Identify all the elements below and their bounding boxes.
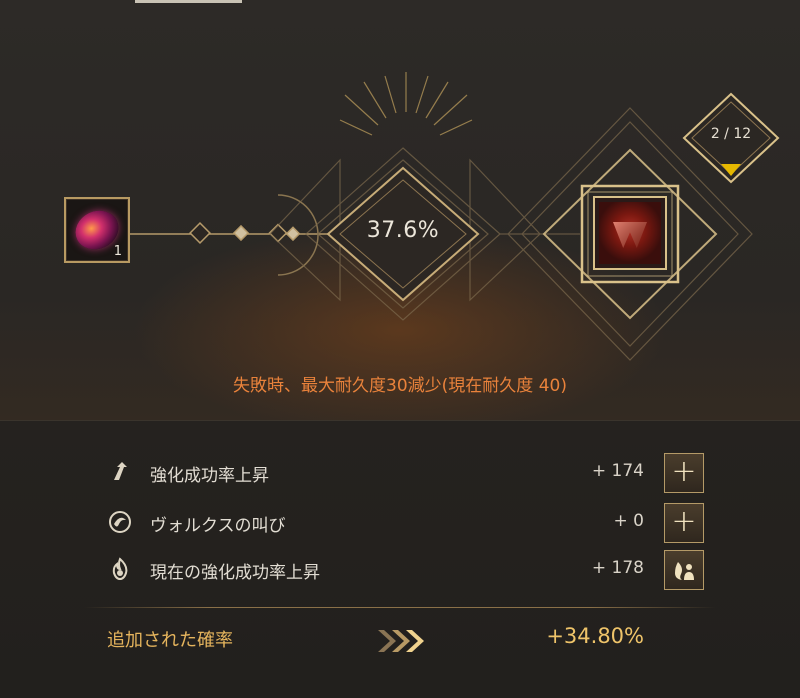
stats-panel: 強化成功率上昇 + 174 + ヴォルクスの叫び + 0 + 現在の強化成功率上… <box>0 420 800 698</box>
armor-item-icon <box>599 202 661 264</box>
stat-value: + 174 <box>591 461 644 481</box>
failstack-info-button[interactable] <box>664 550 704 590</box>
success-rate: 37.6% <box>366 218 440 243</box>
stat-label: 現在の強化成功率上昇 <box>150 563 320 583</box>
stat-label: ヴォルクスの叫び <box>150 516 286 536</box>
failstack-icon <box>675 562 694 580</box>
stat-value: + 178 <box>591 558 644 578</box>
enhancement-stage: 1 37.6% 2 / 12 失敗時、最大耐久度30減少(現在耐久度 40) <box>0 0 800 420</box>
triple-chevron-icon <box>378 630 424 652</box>
failure-warning: 失敗時、最大耐久度30減少(現在耐久度 40) <box>233 376 567 396</box>
added-probability-label: 追加された確率 <box>107 630 233 651</box>
added-probability-value: +34.80% <box>546 624 644 648</box>
valks-cry-icon <box>108 510 132 534</box>
add-valks-cry-button[interactable]: + <box>664 503 704 543</box>
light-rays <box>339 72 473 136</box>
stat-row-valks-cry: ヴォルクスの叫び + 0 + <box>0 503 800 543</box>
material-item-slot[interactable]: 1 <box>64 197 130 263</box>
attempt-counter: 2 / 12 <box>710 126 752 142</box>
flame-icon <box>108 557 132 581</box>
panel-divider <box>84 607 716 608</box>
stat-label: 強化成功率上昇 <box>150 466 269 486</box>
stat-value: + 0 <box>613 511 644 531</box>
attempt-counter-badge: 2 / 12 <box>689 96 773 180</box>
stat-row-success-rate-up: 強化成功率上昇 + 174 + <box>0 453 800 493</box>
add-success-rate-button[interactable]: + <box>664 453 704 493</box>
material-count: 1 <box>113 244 122 259</box>
arrow-up-icon <box>108 460 132 484</box>
stat-row-current-rate-up: 現在の強化成功率上昇 + 178 <box>0 550 800 590</box>
connector-nodes <box>189 222 301 244</box>
target-item-slot[interactable] <box>593 196 667 270</box>
